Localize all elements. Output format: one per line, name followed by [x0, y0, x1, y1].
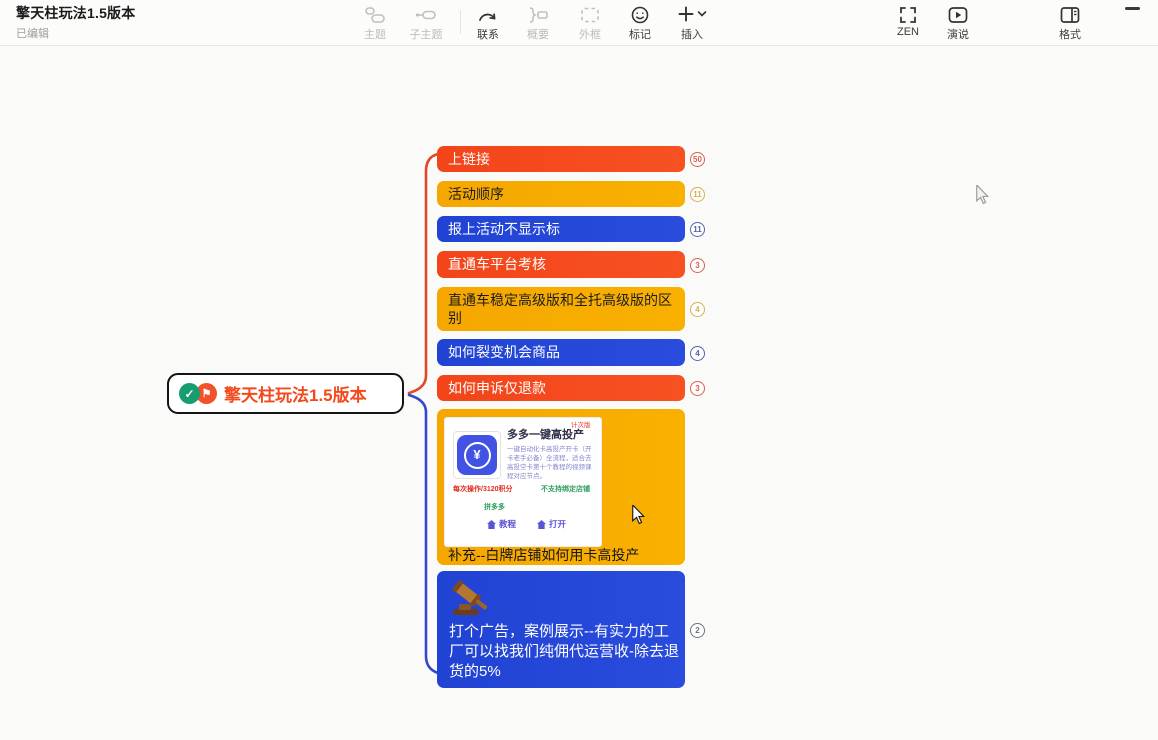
boundary-icon: [579, 4, 601, 25]
topic-count-badge[interactable]: 11: [690, 187, 705, 202]
marker-button[interactable]: 标记: [620, 4, 660, 42]
insert-label: 插入: [681, 26, 703, 42]
window-minimize-dash[interactable]: [1125, 7, 1140, 10]
summary-label: 概要: [527, 26, 549, 42]
mouse-cursor: [631, 505, 645, 525]
document-status: 已编辑: [16, 25, 135, 41]
topic-label: 如何裂变机会商品: [448, 343, 560, 361]
topic-huodong-shunxu[interactable]: 活动顺序: [437, 181, 685, 207]
topic-guanggao-anli[interactable]: 打个广告，案例展示--有实力的工厂可以找我们纯佣代运营收-除去退货的5%: [437, 571, 685, 688]
insert-button[interactable]: 插入: [668, 4, 716, 42]
present-play-icon: [947, 4, 969, 25]
app-card-description: 一键自动化卡高投产开卡（开卡老手必备）全流程，适合去高投空卡第十个教程的视频课程…: [507, 445, 597, 481]
subtopic-label: 子主题: [410, 26, 443, 42]
topic-count-badge[interactable]: 2: [690, 623, 705, 638]
mindmap-app: 擎天柱玩法1.5版本 已编辑 主题 子主题: [0, 0, 1158, 740]
zen-button[interactable]: ZEN: [888, 4, 928, 38]
topic-label: 活动顺序: [448, 185, 504, 203]
topic-count-badge[interactable]: 11: [690, 222, 705, 237]
zen-mode-icon: [897, 4, 919, 25]
toolbar-separator: [460, 10, 461, 34]
present-label: 演说: [947, 26, 969, 42]
app-card-tag: 计次版: [571, 422, 591, 430]
format-button[interactable]: 格式: [1050, 4, 1090, 42]
present-button[interactable]: 演说: [938, 4, 978, 42]
mouse-cursor-ghost: [975, 185, 989, 205]
embedded-app-card: ¥ 多多一键高投产 计次版 一键自动化卡高投产开卡（开卡老手必备）全流程，适合去…: [444, 417, 602, 547]
topic-count-badge[interactable]: 4: [690, 346, 705, 361]
topic-count-badge[interactable]: 3: [690, 381, 705, 396]
relationship-button[interactable]: 联系: [468, 4, 508, 42]
topic-label: 打个广告，案例展示--有实力的工厂可以找我们纯佣代运营收-除去退货的5%: [449, 622, 681, 682]
subtopic-icon: [414, 4, 438, 25]
topic-zhitongche-kaohe[interactable]: 直通车平台考核: [437, 251, 685, 278]
topic-button[interactable]: 主题: [353, 4, 397, 42]
subtopic-button[interactable]: 子主题: [400, 4, 452, 42]
root-topic-label: 擎天柱玩法1.5版本: [224, 381, 367, 406]
topic-label: 主题: [364, 26, 386, 42]
topic-label: 上链接: [448, 150, 490, 168]
document-meta: 擎天柱玩法1.5版本 已编辑: [16, 3, 135, 41]
summary-icon: [526, 4, 550, 25]
topic-label: 直通车平台考核: [448, 255, 546, 273]
topic-label: 补充--白牌店铺如何用卡高投产: [448, 546, 639, 564]
app-icon-frame: ¥: [453, 431, 501, 479]
gavel-icon: [449, 579, 495, 623]
topic-count-badge[interactable]: 50: [690, 152, 705, 167]
topic-label: 直通车稳定高级版和全托高级版的区别: [448, 291, 674, 327]
summary-button[interactable]: 概要: [518, 4, 558, 42]
zen-label: ZEN: [897, 26, 919, 38]
topic-label: 报上活动不显示标: [448, 220, 560, 238]
home-icon: [487, 520, 496, 529]
app-card-cost: 每次操作/3120积分: [453, 485, 513, 494]
document-title: 擎天柱玩法1.5版本: [16, 3, 135, 23]
topic-label: 如何申诉仅退款: [448, 379, 546, 397]
insert-icon: [676, 4, 708, 25]
topic-icon: [364, 4, 386, 25]
relationship-icon: [477, 4, 499, 25]
topic-shanglianjie[interactable]: 上链接: [437, 146, 685, 172]
check-icon[interactable]: ✓: [179, 383, 200, 404]
root-topic[interactable]: ✓ ⚑ 擎天柱玩法1.5版本: [167, 373, 404, 414]
tutorial-button[interactable]: 教程: [487, 519, 516, 530]
topic-liebain-jihui[interactable]: 如何裂变机会商品: [437, 339, 685, 366]
app-card-note: 不支持绑定店铺: [541, 485, 590, 494]
topic-shensu-tuikuan[interactable]: 如何申诉仅退款: [437, 375, 685, 401]
boundary-button[interactable]: 外框: [570, 4, 610, 42]
format-panel-icon: [1059, 4, 1081, 25]
mindmap-canvas[interactable]: ✓ ⚑ 擎天柱玩法1.5版本 上链接 50 活动顺序 11 报上活动不显示标 1…: [0, 46, 1158, 740]
topic-baoshang-huodong[interactable]: 报上活动不显示标: [437, 216, 685, 242]
boundary-label: 外框: [579, 26, 601, 42]
open-button[interactable]: 打开: [537, 519, 566, 530]
relationship-label: 联系: [477, 26, 499, 42]
format-label: 格式: [1059, 26, 1081, 42]
marker-label: 标记: [629, 26, 651, 42]
app-card-platform: 拼多多: [484, 503, 505, 512]
toolbar: 擎天柱玩法1.5版本 已编辑 主题 子主题: [0, 0, 1158, 46]
topic-count-badge[interactable]: 3: [690, 258, 705, 273]
topic-buchong-gaotouchan[interactable]: ¥ 多多一键高投产 计次版 一键自动化卡高投产开卡（开卡老手必备）全流程，适合去…: [437, 409, 685, 565]
home-icon: [537, 520, 546, 529]
marker-icon: [630, 4, 650, 25]
topic-count-badge[interactable]: 4: [690, 302, 705, 317]
yuan-refresh-icon: ¥: [457, 435, 497, 475]
topic-zhitongche-qubie[interactable]: 直通车稳定高级版和全托高级版的区别: [437, 287, 685, 331]
